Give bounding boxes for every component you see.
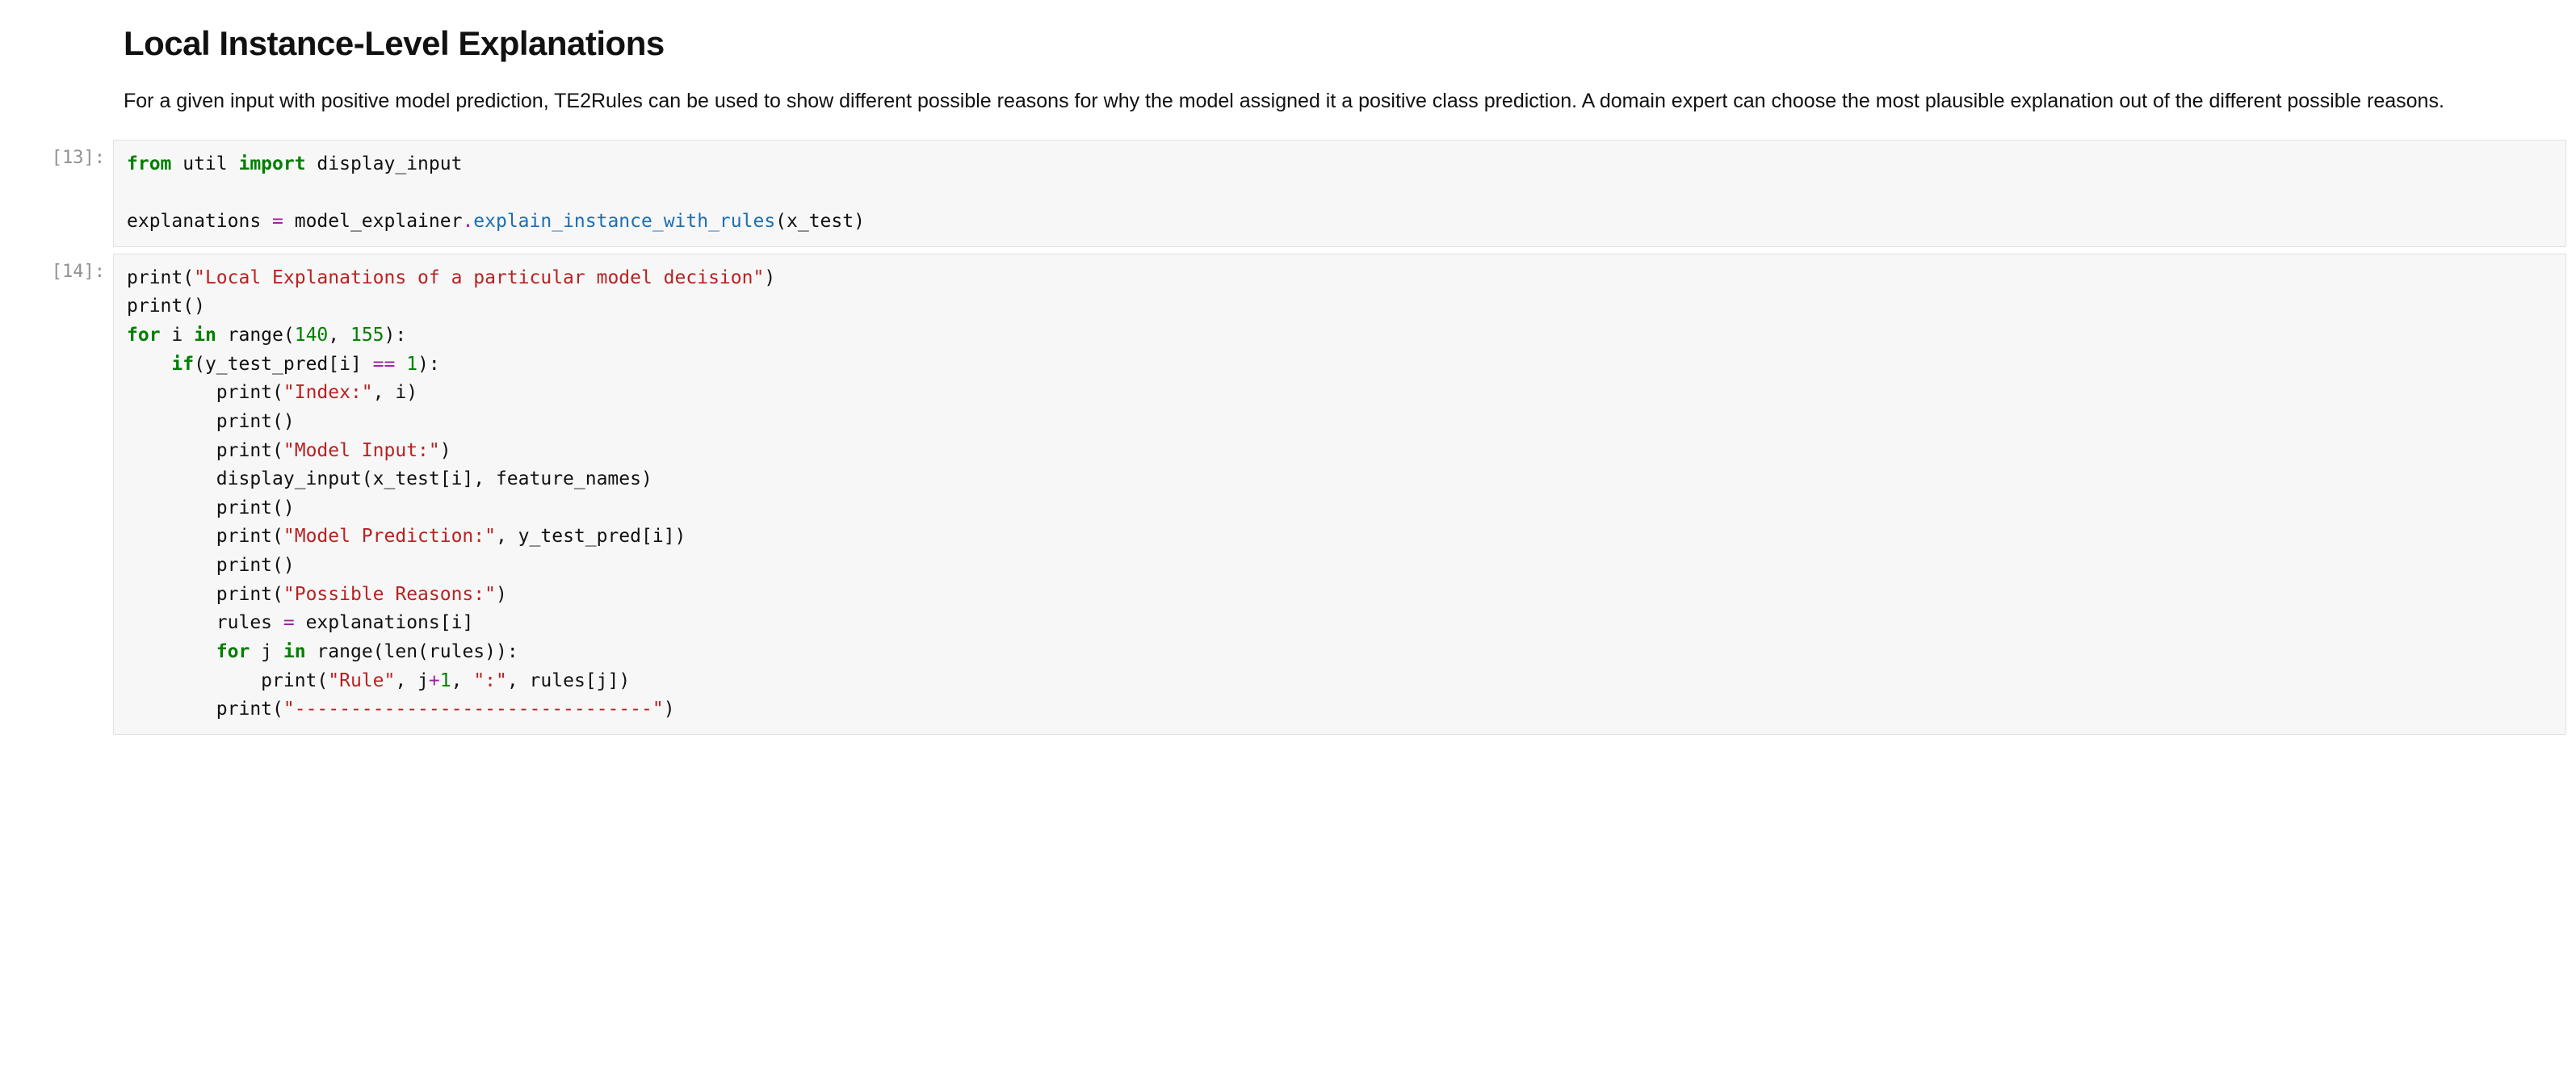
section-paragraph: For a given input with positive model pr… — [124, 86, 2528, 117]
markdown-cell: Local Instance-Level Explanations For a … — [124, 24, 2528, 117]
section-heading: Local Instance-Level Explanations — [124, 24, 2528, 63]
code-input-area[interactable]: print("Local Explanations of a particula… — [113, 254, 2566, 735]
code-content: from util import display_input explanati… — [127, 150, 2553, 237]
input-prompt: [13]: — [0, 140, 113, 168]
input-prompt: [14]: — [0, 254, 113, 282]
code-cell-13: [13]: from util import display_input exp… — [0, 140, 2576, 247]
code-content: print("Local Explanations of a particula… — [127, 264, 2553, 724]
code-input-area[interactable]: from util import display_input explanati… — [113, 140, 2566, 247]
code-cell-14: [14]: print("Local Explanations of a par… — [0, 254, 2576, 735]
notebook: Local Instance-Level Explanations For a … — [0, 0, 2576, 735]
